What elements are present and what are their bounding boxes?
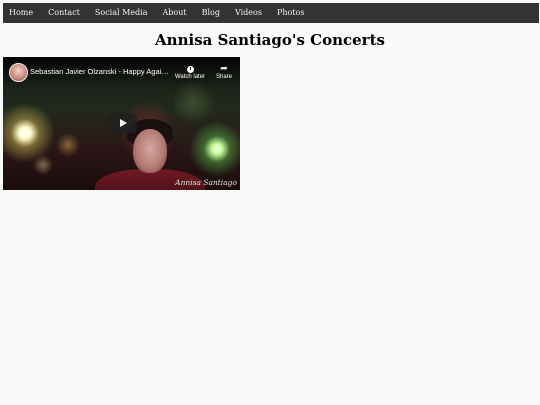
nav-item-about[interactable]: About <box>155 3 194 23</box>
nav-item-social-media[interactable]: Social Media <box>87 3 155 23</box>
thumbnail-singer-face <box>133 129 167 173</box>
nav-item-contact[interactable]: Contact <box>41 3 88 23</box>
embedded-video-player[interactable]: Sebastian Javier Olzanski - Happy Again … <box>3 57 240 190</box>
nav-item-photos[interactable]: Photos <box>269 3 312 23</box>
page-title: Annisa Santiago's Concerts <box>155 31 385 49</box>
watch-later-button[interactable]: Watch later <box>173 62 207 80</box>
nav-item-blog[interactable]: Blog <box>194 3 227 23</box>
share-arrow-icon: ➦ <box>220 63 228 73</box>
nav-item-videos[interactable]: Videos <box>227 3 269 23</box>
channel-avatar[interactable] <box>9 63 28 82</box>
share-label: Share <box>215 74 232 80</box>
video-watermark: Annisa Santiago <box>175 178 237 187</box>
play-button[interactable] <box>109 113 137 133</box>
video-title[interactable]: Sebastian Javier Olzanski - Happy Again … <box>30 67 170 76</box>
watch-later-label: Watch later <box>174 74 206 80</box>
top-navigation-bar: Home Contact Social Media About Blog Vid… <box>3 3 539 23</box>
nav-item-home[interactable]: Home <box>3 3 41 23</box>
share-button[interactable]: ➦ Share <box>207 62 240 80</box>
clock-icon <box>186 66 194 73</box>
